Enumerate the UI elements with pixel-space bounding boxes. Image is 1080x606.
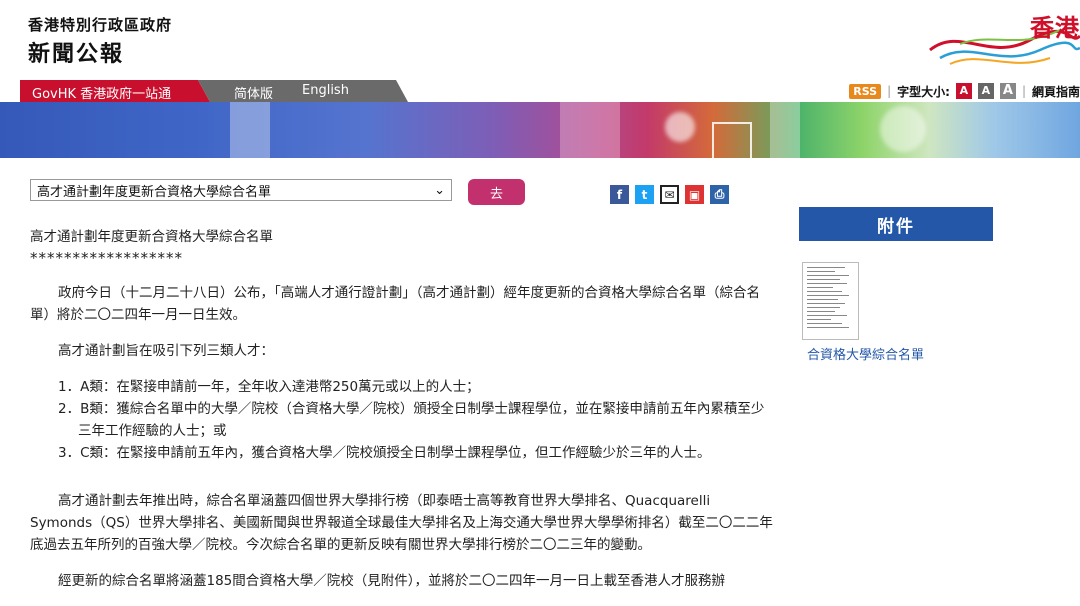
- font-size-label: 字型大小:: [897, 84, 950, 99]
- list-item: 2．B類：獲綜合名單中的大學／院校（合資格大學／院校）頒授全日制學士課程學位，並…: [58, 401, 765, 439]
- twitter-icon[interactable]: t: [635, 185, 654, 204]
- top-nav: GovHK 香港政府一站通 简体版 English RSS | 字型大小: A …: [0, 80, 1080, 102]
- paragraph: 高才通計劃去年推出時，綜合名單涵蓋四個世界大學排行榜（即泰晤士高等教育世界大學排…: [30, 493, 773, 553]
- header-tools: RSS | 字型大小: A A A | 網頁指南: [849, 80, 1080, 102]
- font-size-medium-button[interactable]: A: [977, 83, 994, 99]
- go-button[interactable]: 去: [468, 179, 525, 205]
- english-link[interactable]: English: [302, 83, 349, 98]
- font-size-small-button[interactable]: A: [955, 83, 972, 99]
- page-header: 香港特別行政區政府 新聞公報 香港: [0, 0, 1080, 80]
- paragraph: 政府今日（十二月二十八日）公布，「高端人才通行證計劃」（高才通計劃）經年度更新的…: [30, 285, 760, 323]
- govhk-link[interactable]: GovHK 香港政府一站通: [32, 83, 171, 102]
- header-banner: [0, 102, 1080, 158]
- banner-glow: [665, 112, 695, 142]
- paragraph: 經更新的綜合名單將涵蓋185間合資格大學／院校（見附件），並將於二〇二四年一月一…: [58, 573, 726, 589]
- banner-frame: [712, 122, 752, 158]
- dropdown-chevron-icon: ⌄: [434, 182, 445, 198]
- paragraph: 高才通計劃旨在吸引下列三類人才：: [58, 343, 274, 359]
- print-icon[interactable]: ⎙: [710, 185, 729, 204]
- font-size-large-button[interactable]: A: [999, 83, 1016, 99]
- attachment-thumbnail[interactable]: [802, 262, 859, 340]
- article-title: 高才通計劃年度更新合資格大學綜合名單: [30, 229, 273, 245]
- press-release-select[interactable]: 高才通計劃年度更新合資格大學綜合名單 ⌄: [30, 179, 452, 201]
- divider: |: [887, 84, 892, 98]
- list-item: 3．C類：在緊接申請前五年內，獲合資格大學／院校頒授全日制學士課程學位，但工作經…: [58, 445, 711, 461]
- save-icon[interactable]: ▣: [685, 185, 704, 204]
- select-value: 高才通計劃年度更新合資格大學綜合名單: [37, 184, 272, 200]
- banner-glow: [880, 106, 926, 152]
- email-icon[interactable]: ✉: [660, 185, 679, 204]
- facebook-icon[interactable]: f: [610, 185, 629, 204]
- list-item: 1．A類：在緊接申請前一年，全年收入達港幣250萬元或以上的人士；: [58, 379, 480, 395]
- banner-stripe: [770, 102, 800, 158]
- rss-button[interactable]: RSS: [849, 83, 882, 99]
- divider: |: [1021, 84, 1026, 98]
- site-name: 新聞公報: [28, 42, 125, 67]
- web-guide-link[interactable]: 網頁指南: [1032, 83, 1080, 100]
- org-name: 香港特別行政區政府: [28, 16, 173, 34]
- talent-category-list: 1．A類：在緊接申請前一年，全年收入達港幣250萬元或以上的人士； 2．B類：獲…: [58, 376, 775, 464]
- brand-text: 香港: [1030, 14, 1080, 42]
- banner-stripe: [560, 102, 620, 158]
- attachment-link[interactable]: 合資格大學綜合名單: [807, 344, 924, 363]
- share-toolbar: f t ✉ ▣ ⎙: [610, 185, 729, 204]
- attachment-heading: 附件: [799, 207, 993, 241]
- simplified-chinese-link[interactable]: 简体版: [234, 83, 273, 102]
- press-release-body: 高才通計劃年度更新合資格大學綜合名單 ****************** 政府…: [30, 226, 775, 592]
- title-separator: ******************: [30, 249, 183, 267]
- banner-stripe: [230, 102, 270, 158]
